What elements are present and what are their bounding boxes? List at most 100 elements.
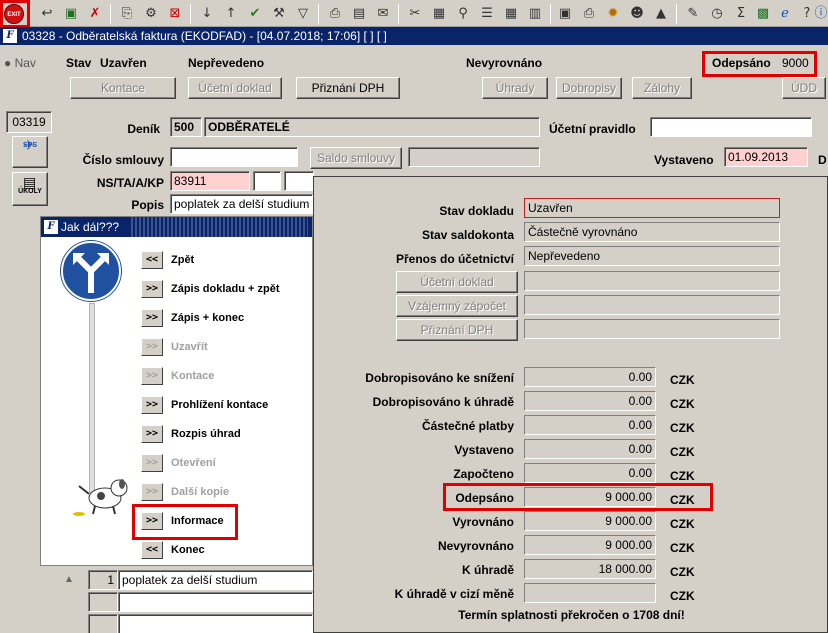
jak-dal-action-label[interactable]: Zpět xyxy=(171,254,194,266)
jak-dal-action-button[interactable]: >> xyxy=(141,396,163,414)
jak-dal-action-label[interactable]: Konec xyxy=(171,544,205,556)
jak-dal-action-button[interactable]: >> xyxy=(141,425,163,443)
save-icon[interactable]: ▣ xyxy=(62,5,80,23)
ukoly-label: ÚKOLY xyxy=(18,188,42,195)
ukoly-button[interactable]: ▤ ÚKOLY xyxy=(12,172,48,206)
jak-dal-action-label[interactable]: Rozpis úhrad xyxy=(171,428,241,440)
jak-dal-action-button[interactable]: >> xyxy=(141,309,163,327)
jak-dal-action-label[interactable]: Další kopie xyxy=(171,486,229,498)
ie-icon[interactable]: ℯ xyxy=(776,5,794,23)
vzajemny-zapocet-button[interactable]: Vzájemný zápočet xyxy=(396,295,518,317)
list-icon[interactable]: ☰ xyxy=(478,5,496,23)
ns-input[interactable]: 83911 xyxy=(170,171,250,191)
edit-icon[interactable]: ✎ xyxy=(684,5,702,23)
priznani-dph-button[interactable]: Přiznání DPH xyxy=(296,77,400,99)
document-icon[interactable]: ▣ xyxy=(556,5,574,23)
info-row-value: 0.00 xyxy=(524,463,656,483)
line-number xyxy=(88,614,118,633)
ucetni-doklad-button[interactable]: Účetní doklad xyxy=(188,77,282,99)
check-icon[interactable]: ✔ xyxy=(246,5,264,23)
scroll-up-icon[interactable]: ▲ xyxy=(64,574,74,585)
jak-dal-action-label[interactable]: Zápis + konec xyxy=(171,312,244,324)
info-icon[interactable]: ⓘ xyxy=(812,5,828,23)
window-titlebar: F 03328 - Odběratelská faktura (EKODFAD)… xyxy=(0,27,828,45)
stav-dokladu-value: Uzavřen xyxy=(524,198,780,218)
zalohy-button[interactable]: Zálohy xyxy=(632,77,692,99)
copy-icon[interactable]: ⎘ xyxy=(118,5,136,23)
hat-icon[interactable]: ▲ xyxy=(652,5,670,23)
popis-input[interactable]: poplatek za delší studium xyxy=(170,194,313,214)
info-row-label: Částečné platby xyxy=(421,419,514,433)
clock-icon[interactable]: ◷ xyxy=(708,5,726,23)
print-preview-icon[interactable]: ▤ xyxy=(350,5,368,23)
stav-value: Uzavřen xyxy=(100,56,147,70)
line-text[interactable] xyxy=(118,614,313,633)
mail-icon[interactable]: ✉ xyxy=(374,5,392,23)
toolbar-separator xyxy=(190,4,191,24)
jak-dal-action-button[interactable]: >> xyxy=(141,483,163,501)
ta-input[interactable] xyxy=(253,171,281,191)
app-logo-icon: F xyxy=(44,220,58,234)
sort-asc-icon[interactable]: ↓ xyxy=(198,5,216,23)
filter-icon[interactable]: ▽ xyxy=(294,5,312,23)
cislo-smlouvy-input[interactable] xyxy=(170,147,298,167)
cancel-icon[interactable]: ⊠ xyxy=(166,5,184,23)
jak-dal-titlebar[interactable]: F Jak dál??? xyxy=(41,217,312,237)
sps-button[interactable]: ✈ SPS xyxy=(12,136,48,168)
paste-icon[interactable]: ▦ xyxy=(430,5,448,23)
excel-icon[interactable]: ▩ xyxy=(754,5,772,23)
calculator-icon[interactable]: ▥ xyxy=(526,5,544,23)
line-text[interactable] xyxy=(118,592,313,612)
dog-illustration-icon xyxy=(71,472,131,517)
jak-dal-action-button[interactable]: << xyxy=(141,541,163,559)
prenos-value: Nepřevedeno xyxy=(524,246,780,266)
delete-icon[interactable]: ✗ xyxy=(86,5,104,23)
jak-dal-action-button[interactable]: >> xyxy=(141,454,163,472)
print-small-icon[interactable]: ⎙ xyxy=(580,5,598,23)
info-priznani-dph-button[interactable]: Přiznání DPH xyxy=(396,319,518,341)
jak-dal-action-button[interactable]: >> xyxy=(141,280,163,298)
jak-dal-action-label[interactable]: Otevření xyxy=(171,457,216,469)
saldo-smlouvy-value xyxy=(408,147,540,167)
nav-toggle[interactable]: ● Nav xyxy=(4,56,36,70)
jak-dal-action-label[interactable]: Uzavřít xyxy=(171,341,208,353)
udd-button[interactable]: ÚDD xyxy=(782,77,826,99)
sort-desc-icon[interactable]: ↑ xyxy=(222,5,240,23)
drag-pattern xyxy=(129,217,308,237)
jak-dal-action-label[interactable]: Prohlížení kontace xyxy=(171,399,268,411)
odepsano-highlight xyxy=(702,51,817,77)
line-text[interactable]: poplatek za delší studium xyxy=(118,570,313,590)
grid-icon[interactable]: ▦ xyxy=(502,5,520,23)
toolbar-separator xyxy=(318,4,319,24)
jak-dal-action-label[interactable]: Zápis dokladu + zpět xyxy=(171,283,280,295)
vystaveno-input[interactable]: 01.09.2013 xyxy=(724,147,808,167)
user-icon[interactable]: ☻ xyxy=(628,5,646,23)
info-priznani-dph-value xyxy=(524,319,780,339)
jak-dal-action-button[interactable]: >> xyxy=(141,338,163,356)
print-icon[interactable]: ⎙ xyxy=(326,5,344,23)
gear-icon[interactable]: ✹ xyxy=(604,5,622,23)
jak-dal-action-button[interactable]: << xyxy=(141,251,163,269)
settings-icon[interactable]: ⚙ xyxy=(142,5,160,23)
jak-dal-action-button[interactable]: >> xyxy=(141,367,163,385)
wrench-icon[interactable]: ⚒ xyxy=(270,5,288,23)
back-icon[interactable]: ↩ xyxy=(38,5,56,23)
info-row-label: Započteno xyxy=(453,467,514,481)
dobropisy-button[interactable]: Dobropisy xyxy=(556,77,622,99)
zoom-icon[interactable]: ⚲ xyxy=(454,5,472,23)
toolbar-separator xyxy=(398,4,399,24)
info-row-label: K úhradě xyxy=(461,563,514,577)
ucetni-pravidlo-input[interactable] xyxy=(650,117,812,137)
cut-icon[interactable]: ✂ xyxy=(406,5,424,23)
vystaveno-label: Vystaveno xyxy=(654,153,714,167)
info-ucetni-doklad-button[interactable]: Účetní doklad xyxy=(396,271,518,293)
info-row-currency: CZK xyxy=(670,565,695,579)
sigma-icon[interactable]: Σ xyxy=(732,5,750,23)
jak-dal-action-label[interactable]: Kontace xyxy=(171,370,214,382)
kontace-button[interactable]: Kontace xyxy=(70,77,176,99)
saldo-smlouvy-button[interactable]: Saldo smlouvy xyxy=(310,147,402,169)
denik-name: ODBĚRATELÉ xyxy=(204,117,540,137)
cislo-smlouvy-label: Číslo smlouvy xyxy=(82,153,164,167)
uhrady-button[interactable]: Úhrady xyxy=(482,77,548,99)
a-input[interactable] xyxy=(284,171,314,191)
